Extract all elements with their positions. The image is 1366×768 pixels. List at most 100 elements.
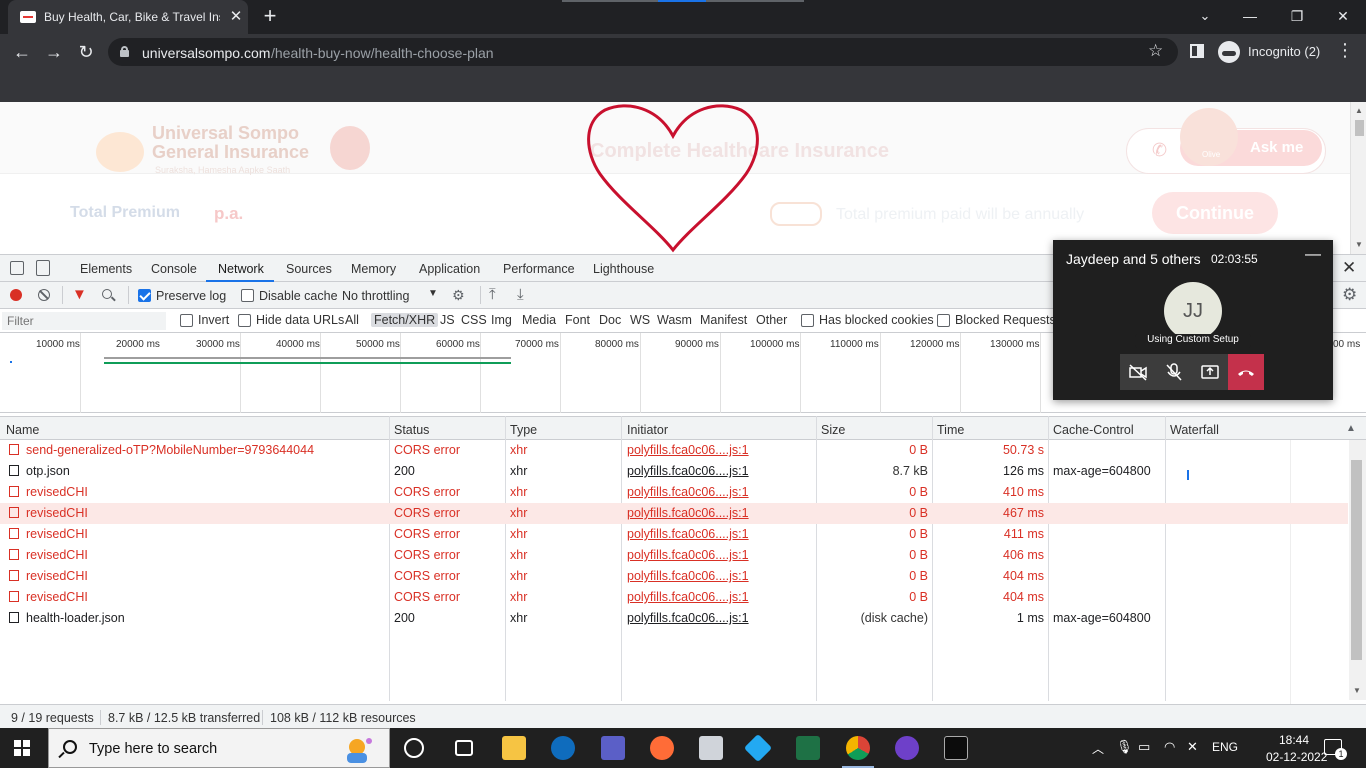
table-row[interactable]: revisedCHI CORS error xhr polyfills.fca0c06… bbox=[0, 566, 1348, 587]
close-devtools-icon[interactable]: ✕ bbox=[1342, 258, 1356, 278]
filter-input[interactable] bbox=[2, 312, 166, 330]
scroll-thumb[interactable] bbox=[1355, 120, 1364, 136]
column-waterfall[interactable]: Waterfall bbox=[1170, 423, 1219, 437]
type-filter-fetch-xhr[interactable]: Fetch/XHR bbox=[371, 313, 439, 327]
cell-initiator[interactable]: polyfills.fca0c06....js:1 bbox=[627, 485, 749, 499]
wifi-icon[interactable]: ◠ bbox=[1164, 739, 1175, 755]
tab-lighthouse[interactable]: Lighthouse bbox=[593, 262, 654, 276]
type-filter-doc[interactable]: Doc bbox=[599, 313, 621, 327]
outlook-icon[interactable] bbox=[551, 736, 575, 760]
type-filter-ws[interactable]: WS bbox=[630, 313, 650, 327]
cell-name[interactable]: revisedCHI bbox=[26, 506, 88, 520]
device-toolbar-icon[interactable] bbox=[36, 260, 50, 276]
cell-initiator[interactable]: polyfills.fca0c06....js:1 bbox=[627, 527, 749, 541]
table-row[interactable]: otp.json 200 xhr polyfills.fca0c06....js:1 8… bbox=[0, 461, 1348, 482]
has-blocked-cookies-checkbox[interactable] bbox=[801, 314, 814, 327]
tab-search-icon[interactable]: ⌄ bbox=[1190, 4, 1220, 28]
chrome-icon[interactable] bbox=[842, 736, 874, 768]
column-name[interactable]: Name bbox=[6, 423, 39, 437]
record-icon[interactable] bbox=[10, 289, 22, 301]
call-window[interactable]: Jaydeep and 5 others 02:03:55 — JJ Using… bbox=[1053, 240, 1333, 400]
cell-initiator[interactable]: polyfills.fca0c06....js:1 bbox=[627, 590, 749, 604]
start-windows-icon[interactable] bbox=[14, 740, 30, 756]
share-screen-icon[interactable] bbox=[1192, 354, 1228, 390]
language-indicator[interactable]: ENG bbox=[1212, 740, 1238, 754]
preserve-log-checkbox[interactable] bbox=[138, 289, 151, 302]
search-icon[interactable] bbox=[102, 289, 112, 299]
reload-icon[interactable]: ↻ bbox=[74, 40, 98, 64]
company-name[interactable]: Universal Sompo General Insurance bbox=[152, 124, 342, 162]
vscode-icon[interactable] bbox=[743, 733, 773, 763]
volume-muted-icon[interactable]: ✕ bbox=[1187, 739, 1198, 755]
type-filter-wasm[interactable]: Wasm bbox=[657, 313, 692, 327]
file-explorer-icon[interactable] bbox=[502, 736, 526, 760]
type-filter-manifest[interactable]: Manifest bbox=[700, 313, 747, 327]
column-initiator[interactable]: Initiator bbox=[627, 423, 668, 437]
cell-initiator[interactable]: polyfills.fca0c06....js:1 bbox=[627, 464, 749, 478]
tab-memory[interactable]: Memory bbox=[351, 262, 396, 276]
table-row[interactable]: health-loader.json 200 xhr polyfills.fca0c0… bbox=[0, 608, 1348, 629]
show-hidden-icons-icon[interactable]: ︿ bbox=[1092, 740, 1104, 757]
tab-network[interactable]: Network bbox=[218, 262, 264, 276]
type-filter-css[interactable]: CSS bbox=[461, 313, 487, 327]
type-filter-all[interactable]: All bbox=[345, 313, 359, 327]
gear-icon[interactable]: ⚙ bbox=[1342, 285, 1357, 305]
type-filter-js[interactable]: JS bbox=[440, 313, 455, 327]
scroll-down-icon[interactable]: ▼ bbox=[1353, 686, 1361, 695]
back-icon[interactable]: ← bbox=[10, 40, 34, 64]
task-view-icon[interactable] bbox=[455, 740, 473, 756]
teams-icon[interactable] bbox=[601, 736, 625, 760]
github-icon[interactable] bbox=[895, 736, 919, 760]
cell-name[interactable]: revisedCHI bbox=[26, 485, 88, 499]
profile-label[interactable]: Incognito (2) bbox=[1248, 44, 1320, 59]
incognito-icon[interactable] bbox=[1218, 41, 1240, 63]
battery-icon[interactable]: ▭ bbox=[1138, 739, 1150, 755]
scroll-thumb[interactable] bbox=[1351, 460, 1362, 660]
column-cache-control[interactable]: Cache-Control bbox=[1053, 423, 1134, 437]
mic-off-icon[interactable] bbox=[1156, 354, 1192, 390]
postman-icon[interactable] bbox=[650, 736, 674, 760]
hang-up-icon[interactable] bbox=[1228, 354, 1264, 390]
inspect-element-icon[interactable] bbox=[10, 261, 24, 275]
table-row[interactable]: revisedCHI CORS error xhr polyfills.fca0c06… bbox=[0, 503, 1348, 524]
clear-icon[interactable] bbox=[38, 289, 50, 301]
clock-time[interactable]: 18:44 bbox=[1279, 733, 1309, 747]
invert-checkbox[interactable] bbox=[180, 314, 193, 327]
continue-button[interactable]: Continue bbox=[1152, 192, 1278, 234]
taskbar-search-box[interactable]: Type here to search bbox=[48, 728, 390, 768]
address-bar[interactable]: universalsompo.com /health-buy-now/healt… bbox=[108, 38, 1178, 66]
tab-application[interactable]: Application bbox=[419, 262, 480, 276]
type-filter-img[interactable]: Img bbox=[491, 313, 512, 327]
cell-name[interactable]: health-loader.json bbox=[26, 611, 125, 625]
app-icon[interactable] bbox=[699, 736, 723, 760]
cell-initiator[interactable]: polyfills.fca0c06....js:1 bbox=[627, 611, 749, 625]
forward-icon[interactable]: → bbox=[42, 40, 66, 64]
tab-close-button[interactable]: ✕ bbox=[226, 7, 246, 27]
star-icon[interactable]: ☆ bbox=[1148, 41, 1163, 61]
menu-icon[interactable]: ⋮ bbox=[1336, 40, 1354, 61]
tab-console[interactable]: Console bbox=[151, 262, 197, 276]
restore-button[interactable]: ❐ bbox=[1282, 4, 1312, 28]
scroll-up-icon[interactable]: ▲ bbox=[1355, 106, 1363, 115]
network-conditions-icon[interactable]: ⚙ bbox=[452, 287, 465, 304]
cell-initiator[interactable]: polyfills.fca0c06....js:1 bbox=[627, 569, 749, 583]
column-time[interactable]: Time bbox=[937, 423, 964, 437]
tab-elements[interactable]: Elements bbox=[80, 262, 132, 276]
call-minimize-button[interactable]: — bbox=[1305, 246, 1321, 264]
cell-name[interactable]: revisedCHI bbox=[26, 548, 88, 562]
requests-scrollbar[interactable]: ▼ bbox=[1349, 440, 1366, 700]
type-filter-font[interactable]: Font bbox=[565, 313, 590, 327]
excel-icon[interactable] bbox=[796, 736, 820, 760]
hide-data-urls-checkbox[interactable] bbox=[238, 314, 251, 327]
browser-tab[interactable]: Buy Health, Car, Bike & Travel Ins ✕ bbox=[8, 0, 248, 34]
cell-name[interactable]: otp.json bbox=[26, 464, 70, 478]
close-window-button[interactable]: ✕ bbox=[1328, 4, 1358, 28]
scroll-down-icon[interactable]: ▼ bbox=[1355, 240, 1363, 249]
filter-icon[interactable]: ▼ bbox=[72, 286, 87, 303]
column-status[interactable]: Status bbox=[394, 423, 429, 437]
type-filter-other[interactable]: Other bbox=[756, 313, 787, 327]
disable-cache-checkbox[interactable] bbox=[241, 289, 254, 302]
cell-initiator[interactable]: polyfills.fca0c06....js:1 bbox=[627, 548, 749, 562]
export-har-icon[interactable]: ⤓ bbox=[517, 286, 524, 303]
cell-name[interactable]: revisedCHI bbox=[26, 590, 88, 604]
